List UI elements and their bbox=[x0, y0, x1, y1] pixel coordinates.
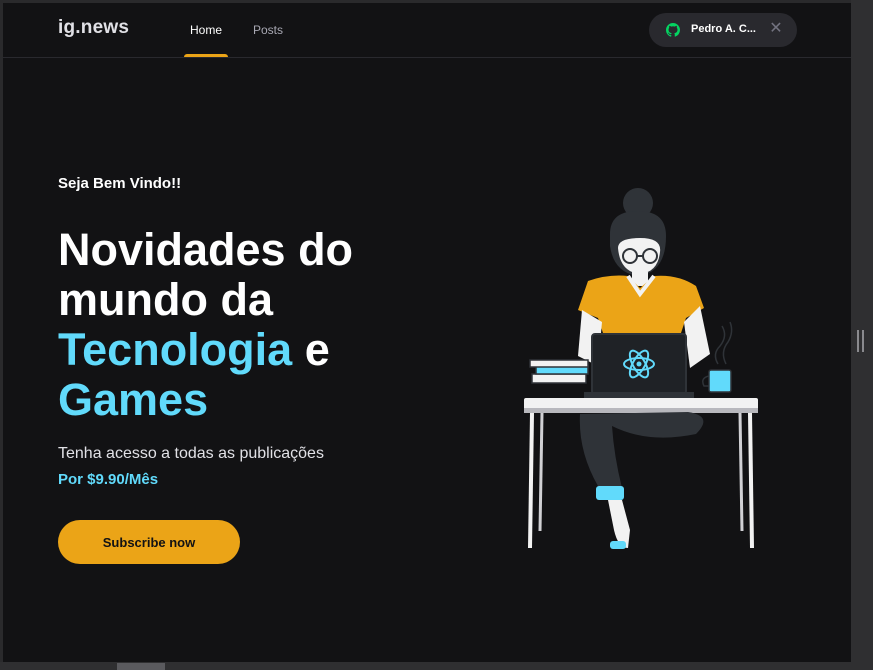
vertical-scroll-handle[interactable] bbox=[857, 330, 864, 352]
active-nav-indicator bbox=[184, 54, 229, 57]
headline-line-1: Novidades do bbox=[58, 224, 354, 275]
github-icon bbox=[666, 23, 680, 37]
close-icon[interactable]: ✕ bbox=[767, 20, 785, 38]
hero-headline: Novidades do mundo da Tecnologia e Games bbox=[58, 225, 438, 425]
top-header: ig.news Home Posts Pedro A. C... ✕ bbox=[3, 3, 851, 58]
nav-home-label: Home bbox=[190, 23, 223, 37]
nav-posts-link[interactable]: Posts bbox=[253, 23, 283, 57]
headline-line-2: mundo da bbox=[58, 274, 273, 325]
subscribe-button[interactable]: Subscribe now bbox=[58, 520, 240, 564]
logo[interactable]: ig.news bbox=[58, 17, 129, 39]
nav-home-link[interactable]: Home bbox=[184, 23, 229, 57]
user-name: Pedro A. C... bbox=[691, 23, 756, 35]
welcome-text: Seja Bem Vindo!! bbox=[58, 175, 182, 192]
headline-highlight-games: Games bbox=[58, 374, 209, 425]
price-text: Por $9.90/Mês bbox=[58, 471, 159, 488]
hero-description: Tenha acesso a todas as publicações bbox=[58, 445, 324, 462]
avatar-illustration bbox=[524, 188, 758, 549]
headline-highlight-technology: Tecnologia bbox=[58, 324, 293, 375]
page-viewport: ig.news Home Posts Pedro A. C... ✕ Seja … bbox=[3, 3, 851, 662]
github-signin-button[interactable]: Pedro A. C... ✕ bbox=[649, 13, 797, 47]
nav-posts-label: Posts bbox=[253, 23, 284, 37]
headline-connector: e bbox=[304, 324, 330, 375]
horizontal-scroll-thumb[interactable] bbox=[117, 663, 165, 670]
